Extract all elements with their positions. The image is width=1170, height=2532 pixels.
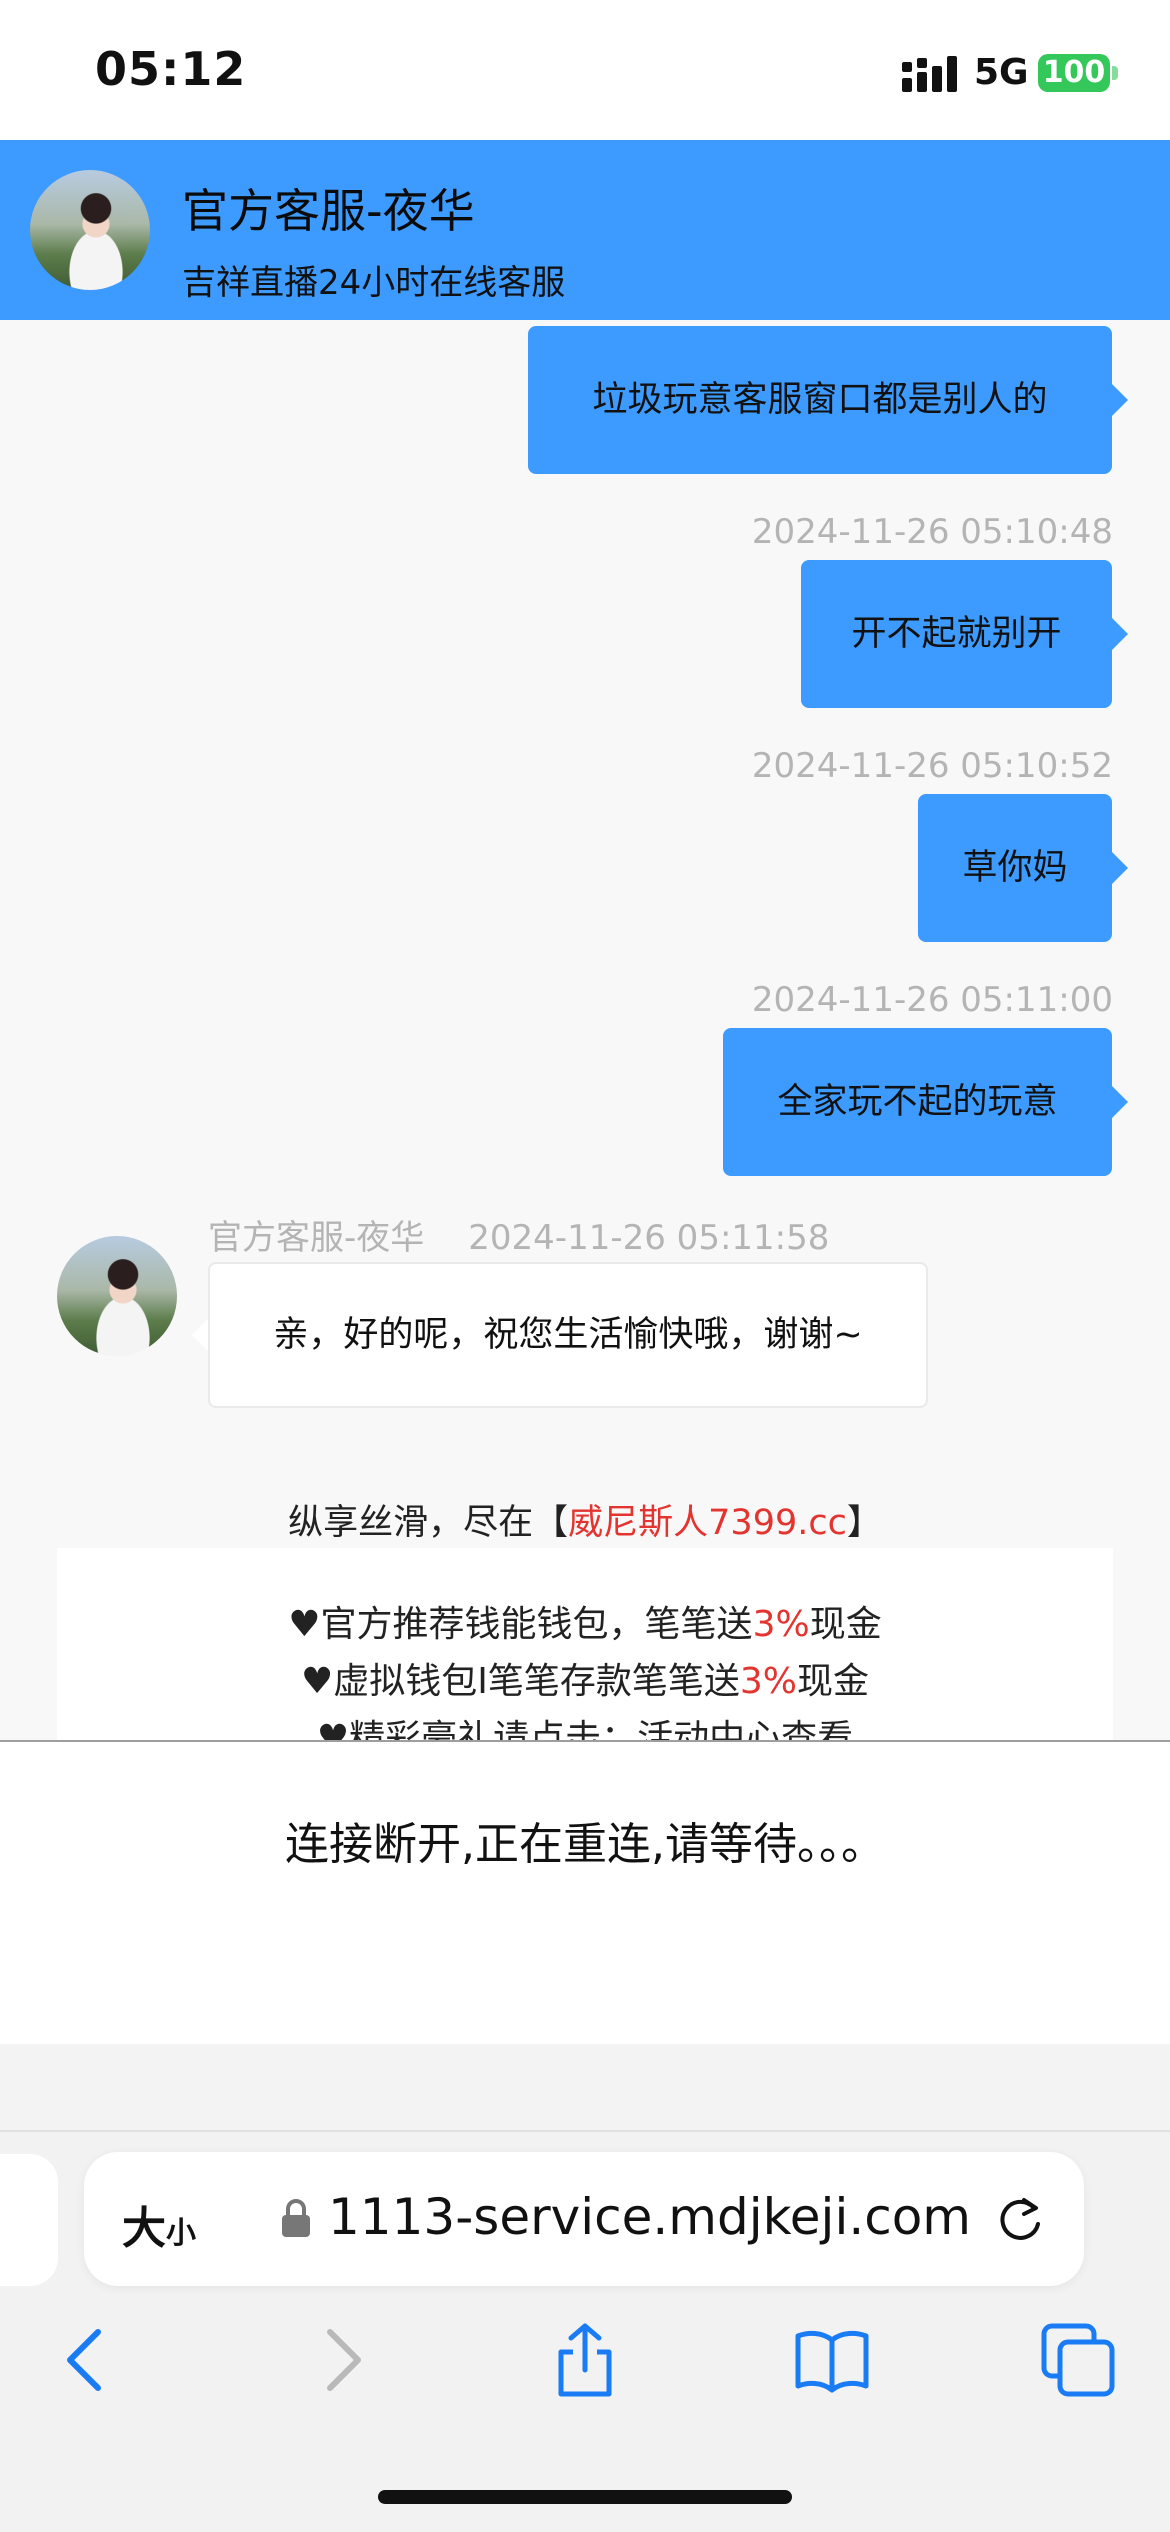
promo-line[interactable]: ♥精彩豪礼请点击：活动中心查看 [57,1710,1113,1740]
message-timestamp: 2024-11-26 05:11:58 [468,1218,830,1258]
network-type: 5G [974,52,1029,93]
message-timestamp: 2024-11-26 05:11:00 [751,980,1113,1020]
lock-icon [282,2199,310,2237]
outgoing-message[interactable]: 草你妈 [918,794,1128,942]
promo-text: ♥虚拟钱包I笔笔存款笔笔送 [300,1661,740,1702]
promo-headline: 纵享丝滑，尽在【威尼斯人7399.cc】 [0,1494,1170,1545]
agent-avatar[interactable] [57,1236,177,1356]
back-icon[interactable] [48,2320,128,2400]
chat-title: 官方客服-夜华 [182,184,475,238]
signal-icon [902,56,957,92]
text-size-small: 小 [166,2216,196,2251]
bookmarks-icon[interactable] [792,2320,872,2400]
page-bottom-strip [0,2044,1170,2132]
promo-site-link[interactable]: 威尼斯人7399.cc [568,1503,847,1543]
reload-icon[interactable] [994,2194,1046,2246]
message-timestamp: 2024-11-26 05:10:48 [751,512,1113,552]
battery-icon: 100 [1038,54,1110,92]
chat-header [0,140,1170,320]
promo-head-prefix: 纵享丝滑，尽在【 [288,1503,569,1543]
tabs-icon[interactable] [1038,2320,1118,2400]
promo-card: ♥官方推荐钱能钱包，笔笔送3%现金 ♥虚拟钱包I笔笔存款笔笔送3%现金 ♥精彩豪… [57,1548,1113,1740]
promo-head-suffix: 】 [846,1503,882,1543]
incoming-message[interactable]: 亲，好的呢，祝您生活愉快哦，谢谢~ [192,1262,928,1408]
promo-percent: 3% [739,1661,797,1702]
message-timestamp: 2024-11-26 05:10:52 [751,746,1113,786]
previous-tab-peek[interactable] [0,2154,58,2286]
home-indicator [378,2490,792,2504]
forward-icon[interactable] [300,2320,380,2400]
text-size-button[interactable]: 大小 [122,2192,196,2256]
battery-tip [1112,66,1118,80]
address-bar[interactable]: 大小 1113-service.mdjkeji.com [84,2152,1084,2286]
outgoing-message[interactable]: 垃圾玩意客服窗口都是别人的 [528,326,1128,474]
promo-text: ♥官方推荐钱能钱包，笔笔送 [288,1604,753,1645]
promo-line: ♥官方推荐钱能钱包，笔笔送3%现金 [57,1596,1113,1653]
url-text[interactable]: 1113-service.mdjkeji.com [328,2188,971,2246]
reconnect-panel: 连接断开,正在重连,请等待。。。 [0,1740,1170,2046]
status-bar: 05:12 5G 100 [0,0,1170,140]
share-icon[interactable] [545,2320,625,2400]
promo-text: 现金 [797,1661,870,1702]
promo-line: ♥虚拟钱包I笔笔存款笔笔送3%现金 [57,1653,1113,1710]
status-time: 05:12 [95,42,247,96]
outgoing-message[interactable]: 全家玩不起的玩意 [723,1028,1128,1176]
reconnect-message: 连接断开,正在重连,请等待。。。 [285,1819,885,1870]
promo-text: 现金 [809,1604,882,1645]
text-size-large: 大 [122,2203,166,2254]
promo-percent: 3% [752,1604,810,1645]
sender-name: 官方客服-夜华 [208,1218,425,1258]
outgoing-message[interactable]: 开不起就别开 [801,560,1128,708]
chat-subtitle: 吉祥直播24小时在线客服 [182,263,566,303]
incoming-meta: 官方客服-夜华 2024-11-26 05:11:58 [208,1210,829,1259]
agent-avatar[interactable] [30,170,150,290]
